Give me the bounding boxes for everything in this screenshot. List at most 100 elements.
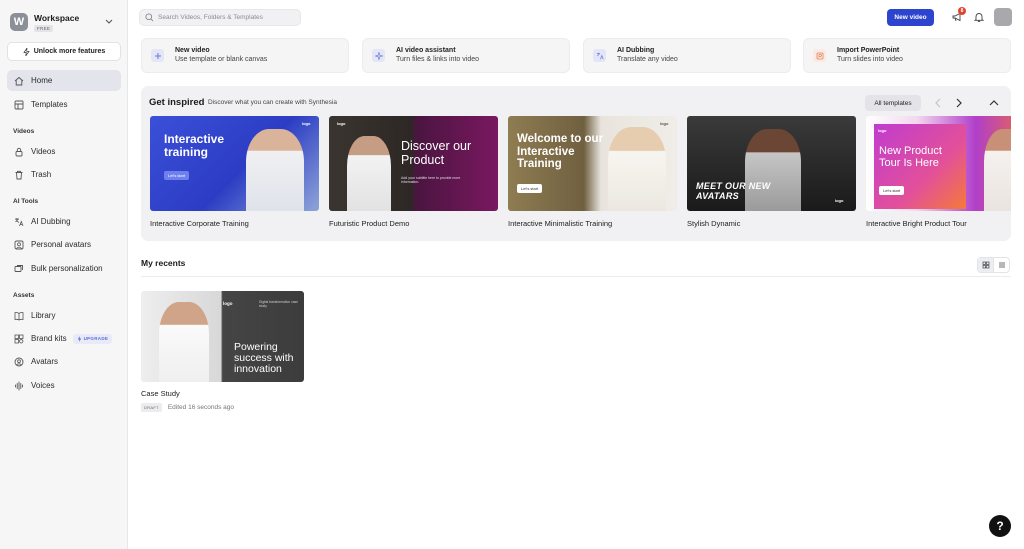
- quick-action-new-video[interactable]: New video Use template or blank canvas: [141, 38, 349, 73]
- nav-trash[interactable]: Trash: [7, 164, 121, 185]
- thumbnail-cta: Let's start: [517, 184, 543, 193]
- lightning-icon: [23, 47, 30, 56]
- quick-action-subtitle: Translate any video: [617, 56, 678, 63]
- inspired-title: Get inspired: [149, 97, 205, 108]
- quick-action-ai-assistant[interactable]: AI video assistant Turn files & links in…: [362, 38, 570, 73]
- thumbnail-headline: Discover our Product: [401, 139, 472, 167]
- megaphone-button[interactable]: 8: [949, 7, 966, 25]
- nav-library[interactable]: Library: [7, 305, 121, 326]
- template-card[interactable]: Interactive training Let's start logo In…: [150, 116, 319, 228]
- template-name: Futuristic Product Demo: [329, 219, 410, 228]
- presenter-figure: [608, 127, 666, 211]
- carousel-prev-button[interactable]: [931, 95, 945, 111]
- inspired-subtitle: Discover what you can create with Synthe…: [208, 99, 337, 106]
- template-card[interactable]: Welcome to our Interactive Training Let'…: [508, 116, 677, 228]
- bulk-icon: [14, 264, 23, 272]
- notifications-button[interactable]: [971, 9, 987, 25]
- quick-action-subtitle: Turn slides into video: [837, 56, 903, 63]
- recent-video-name: Case Study: [141, 389, 180, 398]
- plus-icon: [151, 49, 164, 62]
- powerpoint-icon: [813, 49, 826, 62]
- plan-badge: FREE: [34, 24, 54, 32]
- collapse-button[interactable]: [987, 95, 1001, 111]
- search-placeholder: Search Videos, Folders & Templates: [158, 14, 263, 21]
- nav-home[interactable]: Home: [7, 70, 121, 91]
- quick-action-title: Import PowerPoint: [837, 47, 900, 54]
- template-card[interactable]: logo Discover our Product Add your subti…: [329, 116, 498, 228]
- unlock-label: Unlock more features: [33, 48, 106, 55]
- quick-action-ai-dubbing[interactable]: AI Dubbing Translate any video: [583, 38, 791, 73]
- nav-bulk-personalization[interactable]: Bulk personalization: [7, 258, 121, 279]
- get-inspired-panel: Get inspired Discover what you can creat…: [141, 86, 1011, 241]
- thumbnail-caption: Add your subtitle here to provide more i…: [401, 176, 461, 185]
- quick-action-subtitle: Use template or blank canvas: [175, 56, 268, 63]
- workspace-switcher[interactable]: W Workspace FREE: [10, 10, 114, 34]
- template-card[interactable]: logo New Product Tour Is Here Let's star…: [866, 116, 1011, 228]
- recent-video-card[interactable]: logo Digital transformation case study P…: [141, 291, 304, 412]
- notification-count-badge: 8: [958, 7, 966, 15]
- view-toggle: [977, 257, 1010, 273]
- list-view-button[interactable]: [994, 258, 1009, 272]
- all-templates-button[interactable]: All templates: [865, 95, 921, 111]
- chevron-right-icon: [956, 98, 962, 108]
- workspace-avatar: W: [10, 13, 28, 31]
- brand-kit-icon: [14, 334, 24, 343]
- templates-icon: [14, 100, 24, 109]
- template-card[interactable]: MEET OUR NEW AVATARS logo Stylish Dynami…: [687, 116, 856, 228]
- nav-voices[interactable]: Voices: [7, 375, 121, 396]
- sparkle-icon: [372, 49, 385, 62]
- logo-mark: logo: [337, 121, 346, 126]
- nav-personal-avatars-label: Personal avatars: [31, 240, 92, 249]
- nav-ai-dubbing-label: AI Dubbing: [31, 217, 71, 226]
- nav-brand-kits-label: Brand kits: [31, 334, 67, 343]
- lock-icon: [15, 147, 23, 156]
- presenter-figure: [246, 129, 304, 211]
- nav-brand-kits[interactable]: Brand kits UPGRADE: [7, 328, 121, 349]
- thumbnail-cta: Let's start: [879, 186, 905, 195]
- recent-video-meta: DRAFT Edited 16 seconds ago: [141, 403, 304, 412]
- grid-view-button[interactable]: [978, 258, 994, 272]
- quick-action-subtitle: Turn files & links into video: [396, 56, 479, 63]
- nav-personal-avatars[interactable]: Personal avatars: [7, 234, 121, 255]
- nav-videos[interactable]: Videos: [7, 141, 121, 162]
- logo-mark: logo: [660, 121, 669, 126]
- nav-library-label: Library: [31, 311, 56, 320]
- thumbnail-headline: New Product Tour Is Here: [879, 145, 942, 170]
- waveform-icon: [15, 381, 23, 390]
- grid-icon: [982, 261, 989, 269]
- carousel-next-button[interactable]: [952, 95, 966, 111]
- draft-badge: DRAFT: [141, 403, 162, 412]
- nav-ai-dubbing[interactable]: AI Dubbing: [7, 211, 121, 232]
- nav-templates[interactable]: Templates: [7, 94, 121, 115]
- chevron-down-icon: [105, 19, 113, 24]
- quick-action-title: New video: [175, 47, 210, 54]
- help-button[interactable]: ?: [989, 515, 1011, 537]
- thumbnail-headline: MEET OUR NEW AVATARS: [696, 181, 771, 201]
- profile-avatar[interactable]: [994, 8, 1012, 26]
- unlock-features-button[interactable]: Unlock more features: [7, 42, 121, 61]
- quick-action-import-powerpoint[interactable]: Import PowerPoint Turn slides into video: [803, 38, 1011, 73]
- logo-mark: logo: [302, 121, 311, 126]
- quick-action-title: AI video assistant: [396, 47, 456, 54]
- new-video-button[interactable]: New video: [887, 9, 934, 26]
- presenter-figure: [159, 302, 209, 382]
- presenter-figure: [984, 129, 1011, 211]
- search-input[interactable]: Search Videos, Folders & Templates: [139, 9, 301, 26]
- presenter-figure: [347, 136, 391, 211]
- translate-icon: [15, 217, 24, 226]
- nav-bulk-personalization-label: Bulk personalization: [31, 264, 103, 273]
- avatar-icon: [14, 240, 24, 249]
- nav-templates-label: Templates: [31, 100, 68, 109]
- recents-divider: [141, 276, 1011, 277]
- nav-avatars[interactable]: Avatars: [7, 351, 121, 372]
- list-icon: [998, 262, 1005, 268]
- template-thumbnail: logo Discover our Product Add your subti…: [329, 116, 498, 211]
- logo-mark: logo: [835, 198, 844, 203]
- quick-action-title: AI Dubbing: [617, 47, 655, 54]
- upgrade-badge[interactable]: UPGRADE: [72, 333, 113, 344]
- template-name: Interactive Corporate Training: [150, 219, 249, 228]
- thumbnail-cta: Let's start: [164, 171, 190, 180]
- template-thumbnail: Welcome to our Interactive Training Let'…: [508, 116, 677, 211]
- template-name: Stylish Dynamic: [687, 219, 741, 228]
- translate-icon: [593, 49, 606, 62]
